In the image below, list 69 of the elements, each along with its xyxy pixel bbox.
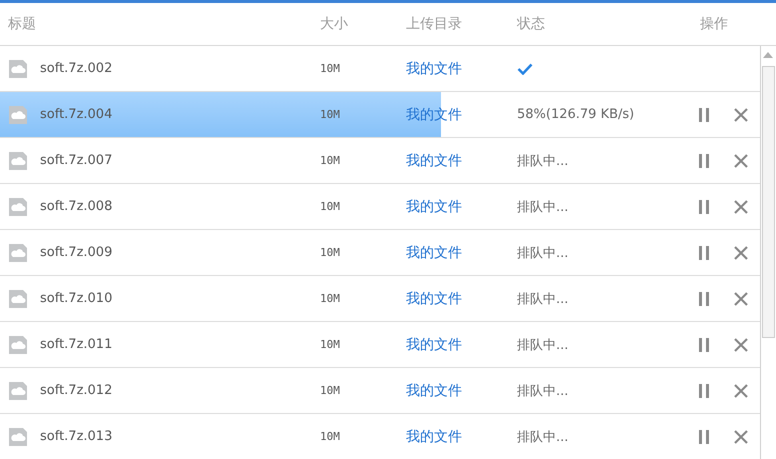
pause-icon[interactable] [698, 338, 710, 352]
file-name: soft.7z.002 [40, 61, 112, 76]
folder-link[interactable]: 我的文件 [406, 244, 462, 262]
close-icon[interactable] [734, 108, 748, 122]
close-icon[interactable] [734, 246, 748, 260]
pause-icon[interactable] [698, 200, 710, 214]
upload-status: 排队中... [517, 428, 568, 446]
folder-link[interactable]: 我的文件 [406, 198, 462, 216]
folder-link[interactable]: 我的文件 [406, 382, 462, 400]
upload-status: 排队中... [517, 244, 568, 262]
pause-icon[interactable] [698, 430, 710, 444]
close-icon[interactable] [734, 292, 748, 306]
cloud-file-icon [8, 58, 28, 78]
pause-icon[interactable] [698, 108, 710, 122]
close-icon[interactable] [734, 338, 748, 352]
upload-status: 58%(126.79 KB/s) [517, 107, 634, 122]
file-name: soft.7z.013 [40, 429, 112, 444]
cloud-file-icon [8, 426, 28, 446]
scroll-thumb[interactable] [762, 66, 774, 338]
file-size: 10M [320, 430, 340, 443]
file-size: 10M [320, 62, 340, 75]
file-name: soft.7z.009 [40, 245, 112, 260]
file-size: 10M [320, 154, 340, 167]
folder-link[interactable]: 我的文件 [406, 336, 462, 354]
close-icon[interactable] [734, 430, 748, 444]
upload-status: 排队中... [517, 290, 568, 308]
file-size: 10M [320, 108, 340, 121]
cloud-file-icon [8, 196, 28, 216]
file-size: 10M [320, 384, 340, 397]
scrollbar[interactable] [760, 46, 775, 459]
file-name: soft.7z.011 [40, 337, 112, 352]
cloud-file-icon [8, 288, 28, 308]
scroll-up-icon[interactable] [763, 52, 773, 58]
upload-status: 排队中... [517, 152, 568, 170]
cloud-file-icon [8, 380, 28, 400]
folder-link[interactable]: 我的文件 [406, 428, 462, 446]
folder-link[interactable]: 我的文件 [406, 290, 462, 308]
cloud-file-icon [8, 334, 28, 354]
file-size: 10M [320, 246, 340, 259]
upload-status: 排队中... [517, 198, 568, 216]
file-name: soft.7z.008 [40, 199, 112, 214]
file-name: soft.7z.007 [40, 153, 112, 168]
file-size: 10M [320, 292, 340, 305]
close-icon[interactable] [734, 384, 748, 398]
check-icon [517, 62, 533, 74]
cloud-file-icon [8, 150, 28, 170]
column-header: 上传目录 [406, 15, 463, 33]
folder-link[interactable]: 我的文件 [406, 106, 462, 124]
cloud-file-icon [8, 242, 28, 262]
upload-status: 排队中... [517, 382, 568, 400]
column-header: 状态 [517, 15, 546, 33]
pause-icon[interactable] [698, 246, 710, 260]
cloud-file-icon [8, 104, 28, 124]
folder-link[interactable]: 我的文件 [406, 60, 462, 78]
pause-icon[interactable] [698, 384, 710, 398]
file-size: 10M [320, 200, 340, 213]
pause-icon[interactable] [698, 292, 710, 306]
file-name: soft.7z.012 [40, 383, 112, 398]
folder-link[interactable]: 我的文件 [406, 152, 462, 170]
file-name: soft.7z.004 [40, 107, 112, 122]
file-size: 10M [320, 338, 340, 351]
file-name: soft.7z.010 [40, 291, 112, 306]
column-header: 大小 [320, 15, 349, 33]
close-icon[interactable] [734, 154, 748, 168]
column-header: 标题 [7, 15, 37, 33]
pause-icon[interactable] [698, 154, 710, 168]
column-header: 操作 [699, 15, 729, 33]
upload-status: 排队中... [517, 336, 568, 354]
close-icon[interactable] [734, 200, 748, 214]
